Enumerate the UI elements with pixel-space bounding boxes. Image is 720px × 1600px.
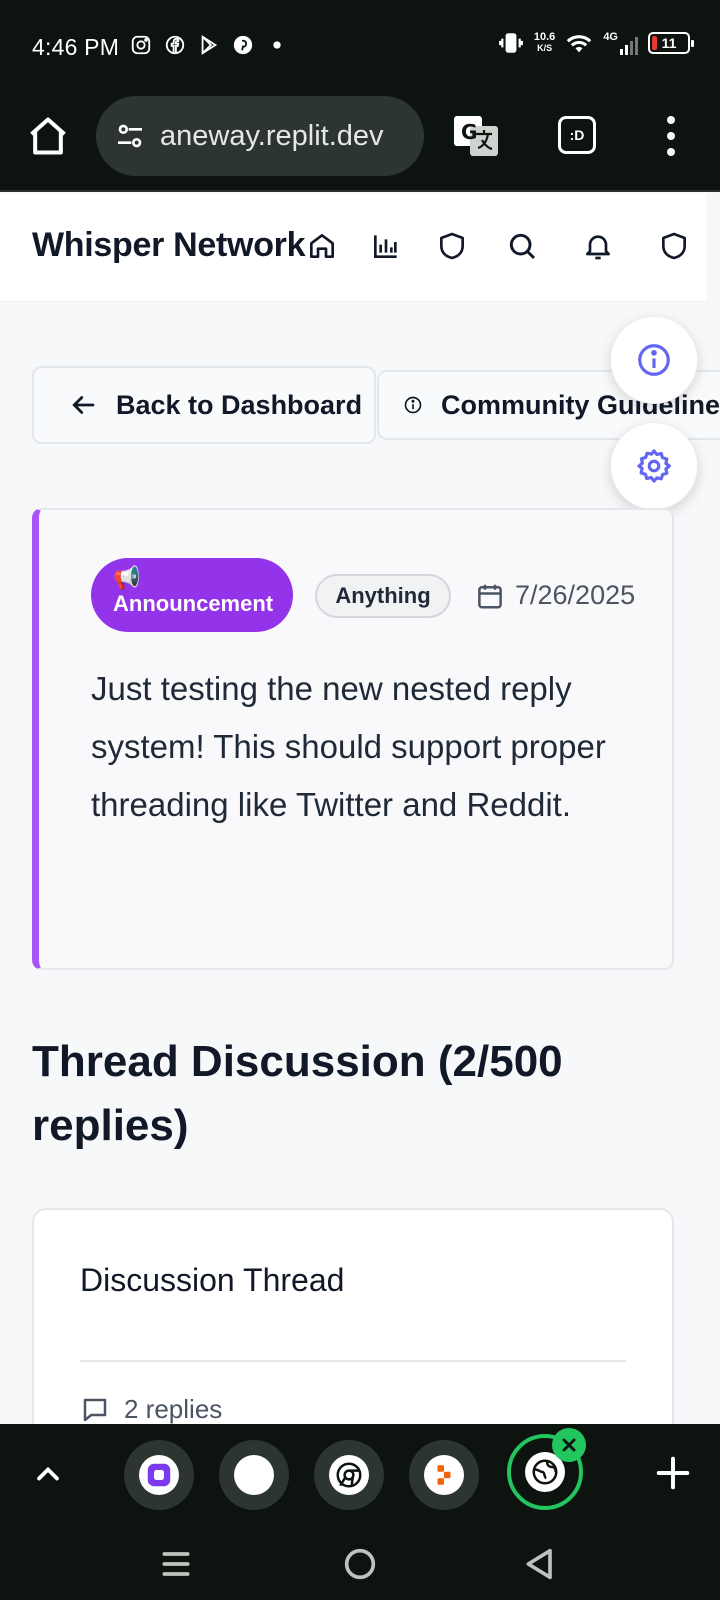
battery-indicator: 11: [648, 32, 694, 54]
back-icon[interactable]: [520, 1544, 560, 1584]
app-header: Whisper Network: [0, 194, 706, 302]
chrome-icon: [329, 1455, 369, 1495]
blank-page-icon: [234, 1455, 274, 1495]
arrow-left-icon: [72, 396, 95, 414]
post-card: 📢 Announcement Anything 7/26/2025 Just t…: [32, 508, 674, 970]
home-icon[interactable]: [306, 230, 338, 262]
tab-thumbnail[interactable]: [124, 1440, 194, 1510]
vibrate-icon: [498, 33, 523, 53]
post-date: 7/26/2025: [475, 580, 635, 611]
recents-icon[interactable]: [156, 1544, 196, 1584]
bar-chart-icon[interactable]: [370, 230, 402, 262]
browser-tab-strip: [0, 1424, 720, 1534]
back-to-dashboard-button[interactable]: Back to Dashboard: [32, 366, 376, 444]
facebook-icon: [165, 35, 185, 55]
info-icon: [404, 396, 422, 414]
dot-icon: [273, 41, 281, 49]
system-indicators: 10.6 K/S 4G 11: [498, 30, 694, 56]
replies-count[interactable]: 2 replies: [80, 1394, 222, 1425]
app-icon: [139, 1455, 179, 1495]
url-text: aneway.replit.dev: [160, 119, 384, 152]
site-settings-icon[interactable]: [114, 120, 146, 152]
close-tab-button[interactable]: [552, 1428, 586, 1462]
notification-icons: [130, 34, 288, 56]
new-tab-icon[interactable]: [654, 1454, 692, 1492]
play-store-icon: [201, 35, 218, 55]
shield-icon[interactable]: [658, 230, 690, 262]
announcement-badge: 📢 Announcement: [91, 558, 293, 632]
cellular-signal: 4G: [603, 31, 638, 55]
discussion-card: Discussion Thread 2 replies: [32, 1208, 674, 1438]
comment-icon: [83, 1398, 107, 1421]
address-bar[interactable]: aneway.replit.dev: [96, 96, 424, 176]
date-text: 7/26/2025: [515, 580, 636, 610]
pinterest-icon: [233, 35, 253, 55]
translate-icon[interactable]: G: [452, 112, 500, 160]
shield-icon[interactable]: [436, 230, 468, 262]
settings-fab[interactable]: [610, 422, 698, 510]
gear-icon: [637, 449, 671, 483]
back-label: Back to Dashboard: [116, 389, 363, 420]
browser-menu-button[interactable]: [660, 116, 682, 156]
home-icon[interactable]: [26, 114, 70, 158]
svg-text:G: G: [461, 120, 477, 144]
search-icon[interactable]: [506, 230, 538, 262]
discussion-title: Discussion Thread: [80, 1262, 345, 1298]
chevron-up-icon[interactable]: [30, 1456, 66, 1492]
tab-thumbnail[interactable]: [409, 1440, 479, 1510]
instagram-icon: [131, 35, 151, 55]
divider: [80, 1360, 626, 1362]
tab-switcher-button[interactable]: :D: [558, 116, 596, 154]
info-icon: [638, 344, 670, 376]
tag-badge: Anything: [315, 574, 451, 618]
megaphone-icon: 📢: [113, 565, 141, 590]
close-icon: [562, 1438, 576, 1452]
network-speed: 10.6 K/S: [533, 31, 556, 54]
replies-label: 2 replies: [124, 1394, 223, 1424]
tab-thumbnail[interactable]: [314, 1440, 384, 1510]
wifi-icon: [567, 35, 592, 53]
status-bar: 4:46 PM 10.6 K/S 4G 11: [0, 0, 720, 92]
thread-heading: Thread Discussion (2/500 replies): [32, 1037, 563, 1150]
home-button-icon[interactable]: [340, 1544, 380, 1584]
tab-thumbnail[interactable]: [219, 1440, 289, 1510]
category-label: Announcement: [113, 591, 274, 616]
calendar-icon: [478, 584, 502, 608]
browser-toolbar: aneway.replit.dev G :D: [0, 92, 720, 192]
app-title[interactable]: Whisper Network: [32, 226, 306, 265]
system-navigation-bar: [0, 1534, 720, 1600]
post-body: Just testing the new nested reply system…: [91, 670, 606, 823]
bell-icon[interactable]: [582, 230, 614, 262]
status-time: 4:46 PM: [32, 34, 120, 60]
info-fab[interactable]: [610, 316, 698, 404]
replit-icon: [424, 1455, 464, 1495]
